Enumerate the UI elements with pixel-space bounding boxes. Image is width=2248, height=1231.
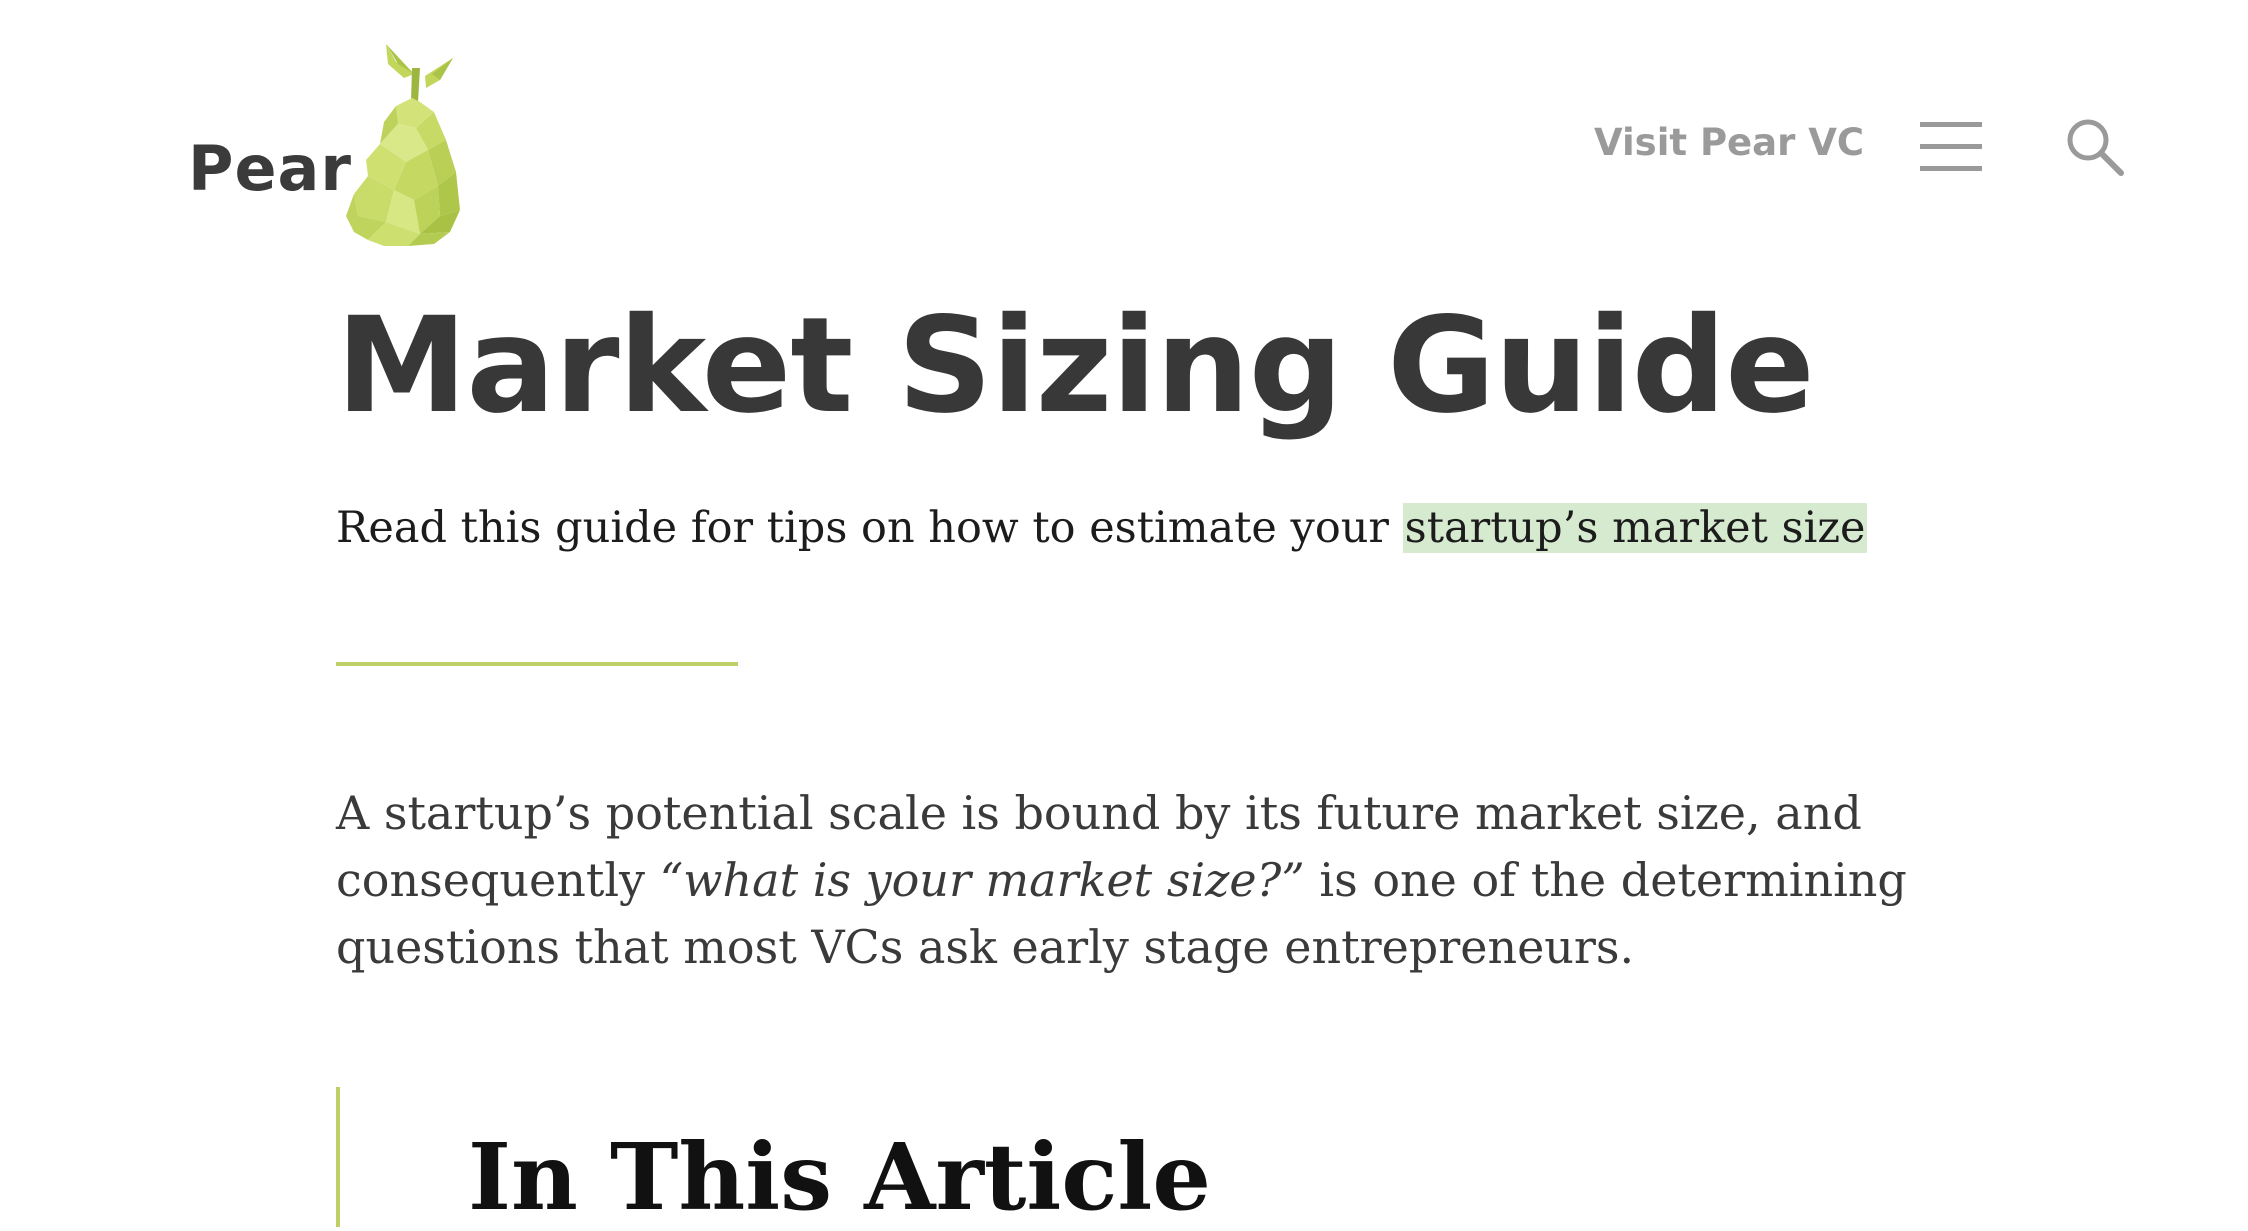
table-of-contents: In This Article: [336, 1087, 1240, 1227]
menu-bar-middle: [1920, 144, 1982, 149]
intro-paragraph: A startup’s potential scale is bound by …: [336, 780, 1976, 981]
pear-icon: [346, 44, 460, 246]
hamburger-menu-icon[interactable]: [1918, 118, 1984, 176]
page-subtitle: Read this guide for tips on how to estim…: [336, 495, 1868, 561]
subtitle-text: Read this guide for tips on how to estim…: [336, 503, 1403, 553]
page-title: Market Sizing Guide: [336, 289, 1815, 443]
toc-heading: In This Article: [468, 1123, 1211, 1231]
menu-bar-top: [1920, 122, 1982, 127]
intro-quote: “what is your market size?”: [659, 853, 1305, 907]
menu-bar-bottom: [1920, 166, 1982, 171]
subtitle-highlight: startup’s market size: [1402, 503, 1868, 553]
search-icon[interactable]: [2064, 116, 2126, 178]
section-divider: [336, 662, 738, 666]
pear-logo[interactable]: Pear: [188, 40, 468, 250]
visit-pear-vc-link[interactable]: Visit Pear VC: [1594, 124, 1864, 161]
